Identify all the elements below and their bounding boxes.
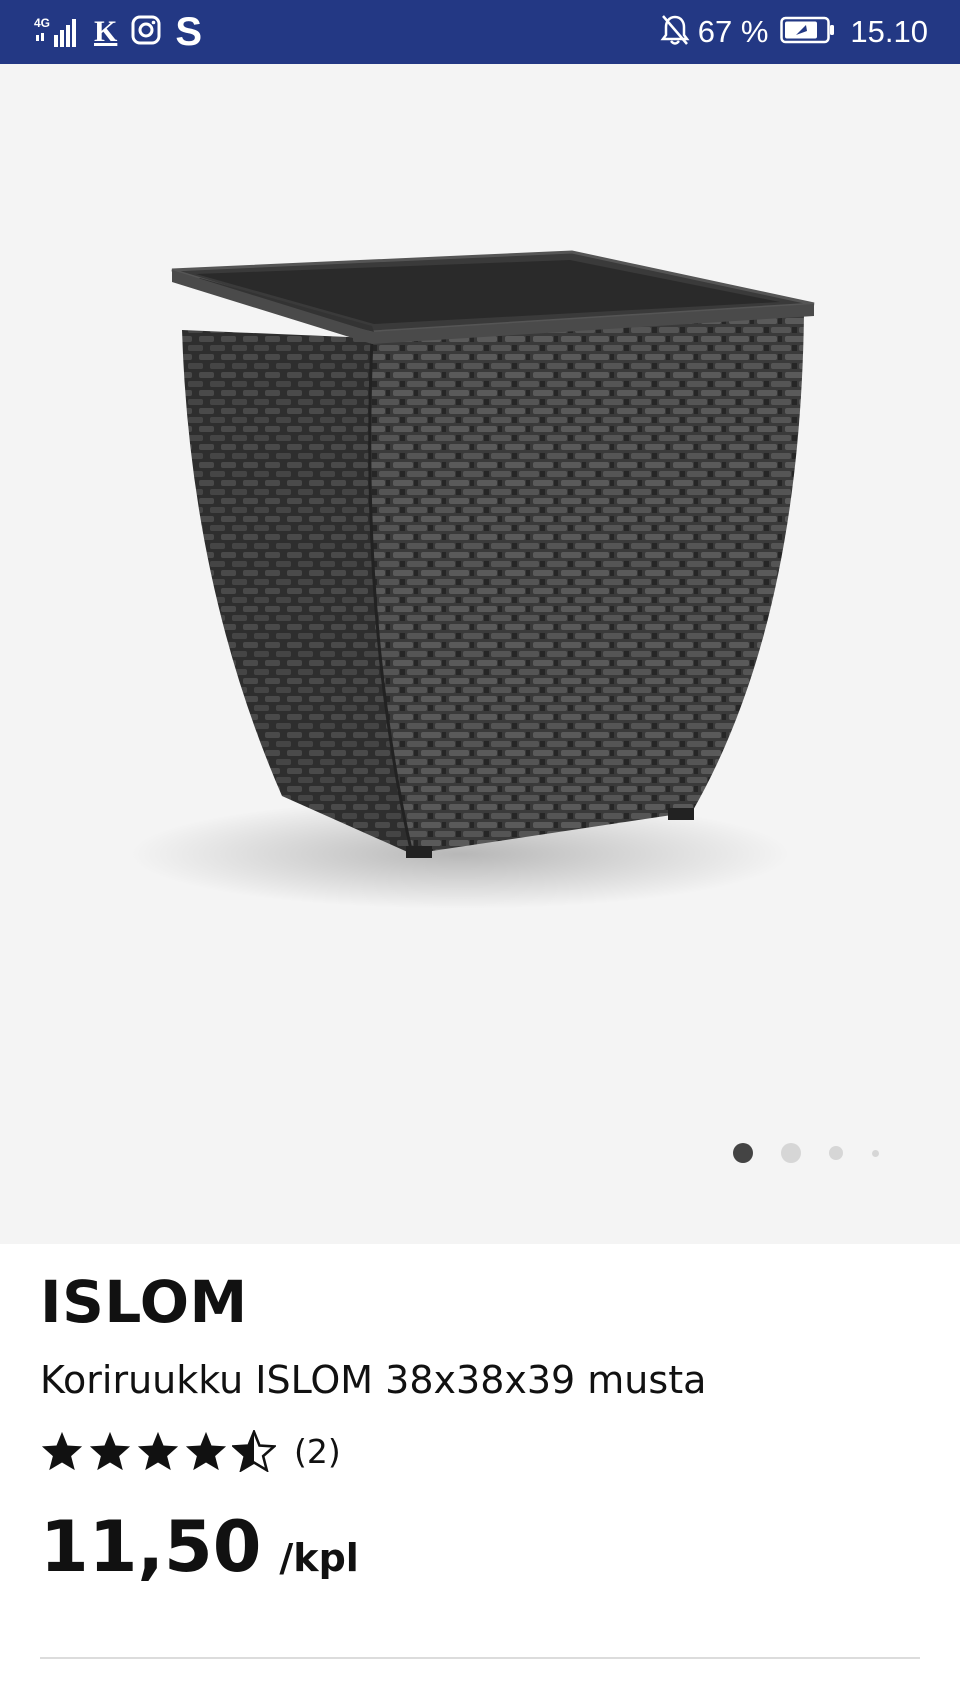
star-full-icon (137, 1431, 179, 1471)
product-image-gallery[interactable] (0, 64, 960, 1244)
star-full-icon (41, 1431, 83, 1471)
status-bar: 4G K S 67 % 15.10 (0, 0, 960, 64)
status-bar-right: 67 % 15.10 (660, 14, 928, 50)
star-full-icon (185, 1431, 227, 1471)
battery-percent: 67 % (697, 14, 769, 49)
star-half-icon (232, 1430, 276, 1472)
network-type: 4G (34, 16, 50, 30)
product-price: 11,50 /kpl (40, 1506, 359, 1588)
s-app-icon: S (175, 10, 203, 54)
product-rating[interactable]: (2) (40, 1430, 341, 1472)
pagination-dot-3[interactable] (829, 1146, 843, 1160)
price-unit: /kpl (279, 1536, 359, 1580)
product-description: Koriruukku ISLOM 38x38x39 musta (40, 1358, 707, 1402)
status-bar-left: 4G K S (34, 12, 202, 52)
product-image (130, 250, 815, 909)
pagination-dot-1[interactable] (733, 1143, 753, 1163)
battery-icon (780, 16, 836, 48)
instagram-icon (131, 15, 161, 49)
rating-count: (2) (294, 1431, 341, 1471)
pagination-dot-2[interactable] (781, 1143, 801, 1163)
pagination-dot-4[interactable] (872, 1150, 879, 1157)
k-app-icon: K (94, 15, 118, 48)
clock: 15.10 (850, 14, 928, 49)
price-value: 11,50 (40, 1506, 262, 1588)
star-full-icon (89, 1431, 131, 1471)
product-brand: ISLOM (40, 1268, 248, 1336)
divider (40, 1657, 920, 1659)
rating-stars (40, 1430, 276, 1472)
bell-off-icon (660, 14, 690, 50)
signal-icon: 4G (34, 15, 80, 49)
